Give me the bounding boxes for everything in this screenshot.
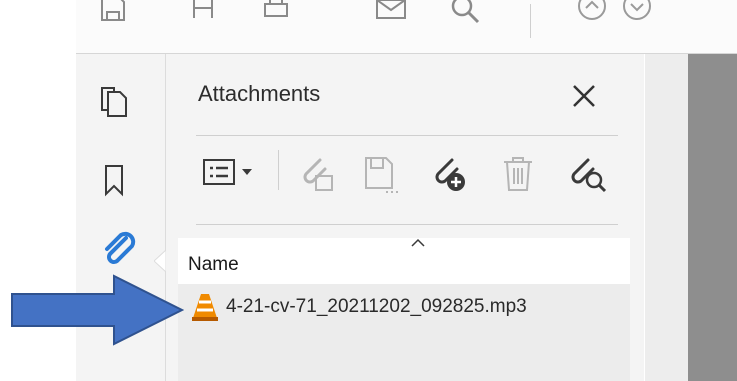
name-column-header[interactable]: Name (188, 254, 239, 276)
toolbar-separator (530, 4, 531, 38)
bookmark-icon[interactable] (98, 162, 130, 198)
page-up-icon[interactable] (576, 0, 608, 24)
list-header[interactable]: Name (178, 238, 630, 284)
add-attachment-icon[interactable] (428, 154, 468, 194)
search-icon[interactable] (448, 0, 482, 24)
annotation-arrow (11, 274, 184, 346)
attachments-panel: Attachments Name 4-21-cv-71_20211202_092… (166, 54, 644, 381)
save-attachment-icon[interactable] (360, 154, 400, 194)
vlc-icon (192, 294, 218, 321)
active-indicator-caret (154, 250, 166, 272)
panel-divider-bottom (196, 224, 618, 225)
print-icon[interactable] (261, 0, 291, 24)
email-icon[interactable] (374, 0, 408, 24)
panel-divider-top (196, 135, 618, 136)
open-attachment-icon[interactable] (296, 154, 336, 194)
sort-ascending-icon[interactable] (410, 236, 426, 250)
delete-attachment-icon[interactable] (500, 154, 536, 194)
save-icon[interactable] (98, 0, 128, 24)
attachment-icon[interactable] (98, 230, 138, 270)
list-item[interactable]: 4-21-cv-71_20211202_092825.mp3 (178, 284, 630, 330)
panel-title: Attachments (198, 81, 321, 106)
close-icon[interactable] (568, 80, 600, 112)
search-attachment-icon[interactable] (566, 154, 608, 194)
document-area (645, 54, 737, 381)
page-down-icon[interactable] (621, 0, 653, 24)
toolbar (76, 0, 737, 54)
attachments-list: Name 4-21-cv-71_20211202_092825.mp3 (178, 238, 630, 381)
pages-icon[interactable] (98, 84, 130, 120)
options-menu-icon[interactable] (202, 154, 260, 190)
convert-icon[interactable] (188, 0, 218, 24)
tool-separator (278, 150, 279, 190)
document-page (688, 54, 737, 381)
attachment-file-name: 4-21-cv-71_20211202_092825.mp3 (226, 296, 527, 317)
